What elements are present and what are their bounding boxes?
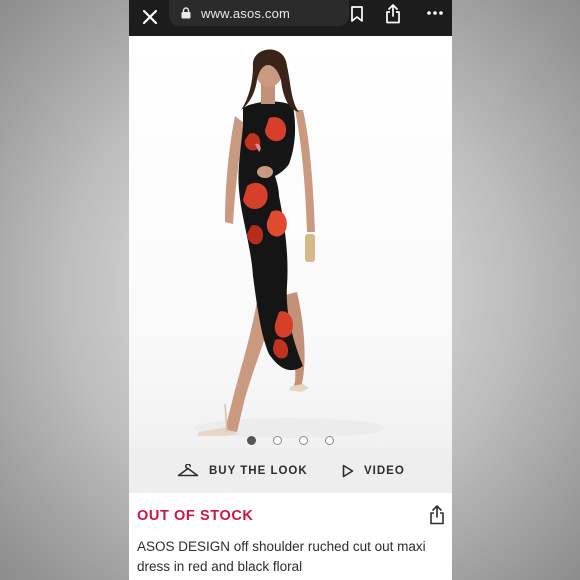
stock-status: OUT OF STOCK [137, 508, 254, 524]
product-share-icon[interactable] [427, 504, 447, 526]
video-button[interactable]: VIDEO [342, 448, 405, 493]
play-icon [342, 464, 354, 478]
share-icon[interactable] [382, 2, 404, 26]
buy-the-look-button[interactable]: BUY THE LOOK [177, 448, 308, 493]
url-text: www.asos.com [201, 5, 291, 21]
address-bar[interactable]: www.asos.com [169, 0, 349, 26]
hanger-icon [177, 463, 199, 478]
phone-screen: www.asos.com BUY THE LOOK VIDEO OUT OF S… [129, 0, 452, 580]
carousel-dot[interactable] [273, 436, 282, 445]
carousel-dot[interactable] [325, 436, 334, 445]
browser-top-bar: www.asos.com [129, 0, 452, 36]
carousel-dot[interactable] [299, 436, 308, 445]
bookmark-icon[interactable] [347, 3, 367, 25]
buy-the-look-label: BUY THE LOOK [209, 464, 308, 477]
more-icon[interactable] [424, 2, 446, 24]
product-action-bar: BUY THE LOOK VIDEO [129, 448, 452, 493]
carousel-dot[interactable] [247, 436, 256, 445]
lock-icon [181, 7, 191, 19]
product-title: ASOS DESIGN off shoulder ruched cut out … [137, 539, 426, 574]
close-icon[interactable] [135, 2, 165, 32]
video-label: VIDEO [364, 464, 405, 477]
product-image[interactable] [129, 36, 452, 448]
model-photo [194, 49, 384, 438]
carousel-dots [129, 436, 452, 445]
